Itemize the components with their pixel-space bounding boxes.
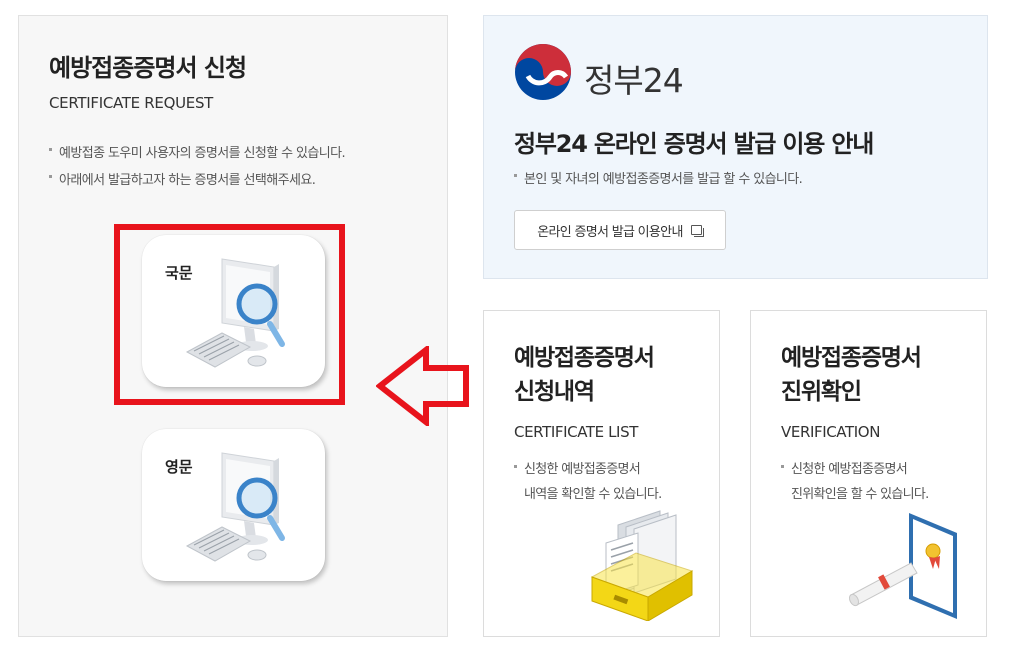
- new-window-icon: [690, 224, 704, 237]
- certificate-list-desc: 신청한 예방접종증명서 내역을 확인할 수 있습니다.: [514, 457, 714, 507]
- gov24-title: 정부24 온라인 증명서 발급 이용 안내: [514, 130, 874, 158]
- gov24-name: 정부24: [584, 61, 684, 100]
- verification-title-line: 진위확인: [781, 379, 862, 405]
- certificate-list-title: 예방접종증명서 신청내역: [514, 341, 655, 409]
- verification-subtitle: VERIFICATION: [781, 423, 881, 441]
- english-certificate-button[interactable]: 영문: [142, 429, 325, 581]
- arrow-left-icon: [376, 346, 469, 426]
- verification-card[interactable]: 예방접종증명서 진위확인 VERIFICATION 신청한 예방접종증명서 진위…: [750, 310, 987, 637]
- computer-search-icon: [185, 452, 285, 562]
- request-title: 예방접종증명서 신청: [49, 54, 247, 82]
- gov24-notes: 본인 및 자녀의 예방접종증명서를 발급 할 수 있습니다.: [514, 166, 803, 193]
- online-certificate-guide-label: 온라인 증명서 발급 이용안내: [537, 224, 683, 240]
- certificate-list-subtitle: CERTIFICATE LIST: [514, 423, 638, 441]
- request-note: 아래에서 발급하고자 하는 증명서를 선택해주세요.: [49, 167, 345, 194]
- certificate-list-desc-line: 신청한 예방접종증명서: [524, 462, 641, 477]
- gov24-logo-icon: [515, 44, 571, 100]
- certificate-list-title-line: 신청내역: [514, 379, 595, 405]
- certificate-list-title-line: 예방접종증명서: [514, 345, 655, 371]
- gov24-note: 본인 및 자녀의 예방접종증명서를 발급 할 수 있습니다.: [514, 166, 803, 193]
- certificate-list-desc-line: 내역을 확인할 수 있습니다.: [524, 487, 662, 502]
- verification-desc-line: 신청한 예방접종증명서: [791, 462, 908, 477]
- gov24-panel: 정부24 정부24 온라인 증명서 발급 이용 안내 본인 및 자녀의 예방접종…: [483, 15, 988, 279]
- verification-title: 예방접종증명서 진위확인: [781, 341, 922, 409]
- file-box-icon: [590, 510, 694, 621]
- request-note: 예방접종 도우미 사용자의 증명서를 신청할 수 있습니다.: [49, 140, 346, 167]
- verification-desc-line: 진위확인을 할 수 있습니다.: [791, 487, 929, 502]
- verification-title-line: 예방접종증명서: [781, 345, 922, 371]
- request-notes: 예방접종 도우미 사용자의 증명서를 신청할 수 있습니다. 아래에서 발급하고…: [49, 140, 346, 194]
- certificate-list-card[interactable]: 예방접종증명서 신청내역 CERTIFICATE LIST 신청한 예방접종증명…: [483, 310, 720, 637]
- request-subtitle: CERTIFICATE REQUEST: [49, 94, 214, 112]
- verification-desc: 신청한 예방접종증명서 진위확인을 할 수 있습니다.: [781, 457, 981, 507]
- highlight-box: [114, 224, 345, 405]
- online-certificate-guide-button[interactable]: 온라인 증명서 발급 이용안내: [514, 210, 726, 250]
- certificate-icon: [848, 513, 957, 619]
